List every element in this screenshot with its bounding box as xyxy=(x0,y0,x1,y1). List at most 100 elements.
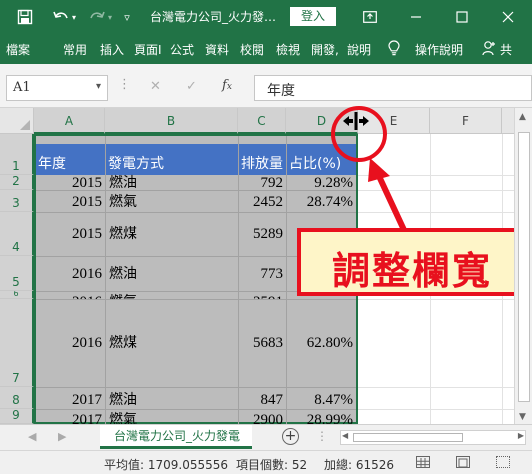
row-number: 2 xyxy=(12,175,20,188)
redo-icon[interactable] xyxy=(88,7,106,27)
cell-method[interactable]: 燃油 xyxy=(106,174,238,190)
cell-share[interactable]: 62.80% xyxy=(287,300,356,387)
cell-method[interactable]: 燃煤 xyxy=(106,300,238,387)
tab-share[interactable]: 共 xyxy=(500,41,512,58)
cell-emission[interactable]: 5289 xyxy=(239,213,286,256)
cell-method[interactable]: 燃氣 xyxy=(106,192,238,212)
customize-toolbar-icon[interactable]: ▿ xyxy=(120,7,134,27)
cell-year[interactable]: 2017 xyxy=(36,410,105,424)
row-number: 7 xyxy=(12,371,20,385)
maximize-icon[interactable] xyxy=(454,7,470,27)
scroll-left-icon[interactable]: ◀ xyxy=(342,431,348,440)
status-average: 平均值: 1709.055556 xyxy=(104,458,229,472)
tab-home[interactable]: 常用 xyxy=(63,41,87,58)
row-header-9[interactable]: 9 xyxy=(0,409,34,424)
header-cell-emission[interactable]: 排放量 xyxy=(239,144,286,175)
cell-emission[interactable]: 5683 xyxy=(239,300,286,387)
row-number: 1 xyxy=(12,159,20,173)
row-header-4[interactable]: 4 xyxy=(0,212,34,256)
header-cell-method[interactable]: 發電方式 xyxy=(106,144,238,175)
gridline xyxy=(36,190,356,191)
login-button[interactable]: 登入 xyxy=(290,7,336,26)
tab-insert[interactable]: 插入 xyxy=(100,41,124,58)
cell-share[interactable]: 9.28% xyxy=(287,174,356,190)
previous-sheet-icon[interactable]: ◀ xyxy=(28,430,36,443)
save-icon[interactable] xyxy=(16,7,34,27)
cell-share[interactable]: 8.47% xyxy=(287,388,356,409)
column-header-c[interactable]: C xyxy=(238,108,286,134)
ribbon-display-options-icon[interactable] xyxy=(362,7,378,27)
more-options-icon: ⋮ xyxy=(118,77,131,92)
tab-help[interactable]: 說明 xyxy=(347,41,371,58)
insert-function-icon[interactable]: fx xyxy=(222,78,232,93)
select-all-corner[interactable] xyxy=(0,108,34,134)
cell-emission[interactable]: 792 xyxy=(239,174,286,190)
normal-view-icon[interactable] xyxy=(416,456,430,468)
name-box[interactable]: A1 ▾ xyxy=(6,75,108,101)
row-header-2[interactable]: 2 xyxy=(0,175,34,190)
page-layout-view-icon[interactable] xyxy=(456,456,470,468)
add-sheet-icon[interactable]: + xyxy=(282,428,299,445)
enter-check-icon[interactable]: ✓ xyxy=(186,79,197,94)
sheet-tab-active[interactable]: 台灣電力公司_火力發電 xyxy=(100,425,252,449)
name-box-value: A1 xyxy=(13,80,31,95)
cell-year[interactable]: 2015 xyxy=(36,213,105,256)
undo-dropdown-icon[interactable]: ▾ xyxy=(68,7,80,27)
status-bar: 平均值: 1709.055556 項目個數: 52 加總: 61526 xyxy=(0,450,532,474)
vertical-scrollbar[interactable]: ▲ ▼ xyxy=(514,108,532,424)
cell-share[interactable]: 28.74% xyxy=(287,192,356,212)
close-icon[interactable] xyxy=(500,7,516,27)
cell-method[interactable]: 燃油 xyxy=(106,388,238,409)
cell-share[interactable]: 28.99% xyxy=(287,410,356,424)
cell-emission[interactable]: 2900 xyxy=(239,410,286,424)
cell-emission[interactable]: 847 xyxy=(239,388,286,409)
page-break-view-icon[interactable] xyxy=(496,456,510,468)
cell-year[interactable]: 2016 xyxy=(36,257,105,291)
cell-year[interactable]: 2016 xyxy=(36,292,105,299)
row-header-1[interactable]: 1 xyxy=(0,134,34,175)
header-cell-year[interactable]: 年度 xyxy=(36,144,105,175)
column-header-g[interactable] xyxy=(502,108,514,134)
cell-year[interactable]: 2015 xyxy=(36,174,105,190)
cell-method[interactable]: 燃氣 xyxy=(106,292,238,299)
tab-developer[interactable]: 開發, xyxy=(311,41,339,58)
tab-page-layout[interactable]: 頁面I xyxy=(134,41,162,58)
cell-year[interactable]: 2016 xyxy=(36,300,105,387)
tell-me-search[interactable]: 操作說明 xyxy=(415,41,463,58)
row-header-3[interactable]: 3 xyxy=(0,190,34,212)
minimize-icon[interactable] xyxy=(408,7,424,27)
cell-method[interactable]: 燃煤 xyxy=(106,213,238,256)
cell-emission[interactable]: 773 xyxy=(239,257,286,291)
tab-view[interactable]: 檢視 xyxy=(276,41,300,58)
tab-review[interactable]: 校閱 xyxy=(240,41,264,58)
tab-file[interactable]: 檔案 xyxy=(6,41,30,58)
horizontal-scrollbar[interactable]: ◀ ▶ xyxy=(340,430,526,445)
share-person-icon[interactable] xyxy=(482,40,496,59)
cell-method[interactable]: 燃油 xyxy=(106,257,238,291)
row-header-5[interactable]: 5 xyxy=(0,256,34,291)
cancel-icon[interactable]: ✕ xyxy=(150,79,161,94)
redo-dropdown-icon[interactable]: ▾ xyxy=(105,7,115,27)
row-header-6[interactable]: 6 xyxy=(0,291,34,299)
formula-input[interactable]: 年度 xyxy=(254,75,532,101)
column-header-a[interactable]: A xyxy=(34,108,105,134)
cell-year[interactable]: 2017 xyxy=(36,388,105,409)
scroll-right-icon[interactable]: ▶ xyxy=(518,431,524,440)
row-header-8[interactable]: 8 xyxy=(0,387,34,409)
tab-data[interactable]: 資料 xyxy=(205,41,229,58)
column-header-b[interactable]: B xyxy=(105,108,238,134)
next-sheet-icon[interactable]: ▶ xyxy=(58,430,66,443)
chevron-down-icon[interactable]: ▾ xyxy=(96,81,101,92)
cell-emission[interactable]: 2591 xyxy=(239,292,286,299)
cell-emission[interactable]: 2452 xyxy=(239,192,286,212)
scroll-up-icon[interactable]: ▲ xyxy=(519,112,526,122)
tab-formulas[interactable]: 公式 xyxy=(170,41,194,58)
column-header-f[interactable]: F xyxy=(430,108,502,134)
cell-method[interactable]: 燃氣 xyxy=(106,410,238,424)
vertical-scroll-thumb[interactable] xyxy=(518,132,530,402)
cell-year[interactable]: 2015 xyxy=(36,192,105,212)
formula-bar: A1 ▾ ⋮ ✕ ✓ fx 年度 xyxy=(0,64,532,108)
row-header-7[interactable]: 7 xyxy=(0,299,34,387)
horizontal-scroll-thumb[interactable] xyxy=(353,433,463,442)
scroll-down-icon[interactable]: ▼ xyxy=(519,412,526,422)
